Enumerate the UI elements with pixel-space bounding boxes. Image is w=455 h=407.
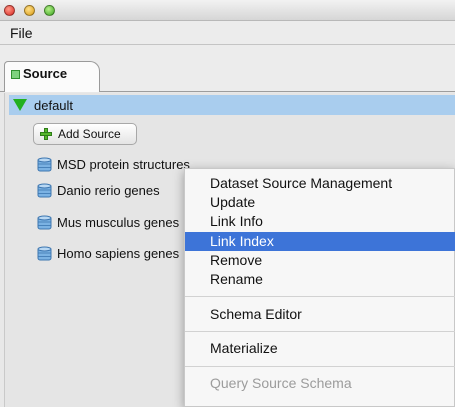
menu-item-link-info[interactable]: Link Info [185, 212, 455, 231]
tab-source[interactable]: Source [4, 61, 100, 92]
menu-item-label: Materialize [210, 340, 278, 356]
menu-item-materialize[interactable]: Materialize [185, 339, 455, 358]
menu-item-query-source-schema: Query Source Schema [185, 374, 455, 393]
add-source-button[interactable]: Add Source [33, 123, 137, 145]
tree-root-default[interactable]: default [9, 95, 455, 115]
menu-item-dataset-source-management[interactable]: Dataset Source Management [185, 174, 455, 193]
menu-item-remove[interactable]: Remove [185, 251, 455, 270]
close-button[interactable] [4, 5, 15, 16]
expand-arrow-icon[interactable] [13, 99, 27, 111]
source-item-label: Mus musculus genes [57, 215, 180, 230]
source-item-label: Homo sapiens genes [57, 246, 180, 261]
window-titlebar [0, 0, 455, 21]
minimize-button[interactable] [24, 5, 35, 16]
menu-item-schema-editor[interactable]: Schema Editor [185, 305, 455, 324]
database-icon [37, 246, 52, 261]
database-icon [37, 157, 52, 172]
menu-item-label: Dataset Source Management [210, 175, 393, 191]
menu-item-label: Remove [210, 252, 263, 268]
source-item-label: MSD protein structures [57, 157, 190, 172]
database-icon [37, 215, 52, 230]
database-icon [37, 183, 52, 198]
menu-item-update[interactable]: Update [185, 193, 455, 212]
zoom-button[interactable] [44, 5, 55, 16]
menu-item-label: Query Source Schema [210, 375, 352, 391]
menu-item-label: Link Info [210, 213, 263, 229]
menubar: File [0, 21, 455, 45]
plus-icon [40, 128, 52, 140]
menu-separator [185, 296, 455, 297]
menu-item-label: Rename [210, 271, 263, 287]
menu-separator [185, 331, 455, 332]
tab-status-icon [11, 70, 20, 79]
menu-item-label: Schema Editor [210, 306, 302, 322]
tree-root-label: default [34, 98, 74, 113]
tab-strip: Source [0, 45, 455, 92]
menu-file[interactable]: File [10, 25, 33, 41]
menu-item-label: Update [210, 194, 256, 210]
tab-source-label: Source [23, 66, 68, 81]
add-source-label: Add Source [58, 127, 121, 141]
menu-item-rename[interactable]: Rename [185, 270, 455, 289]
menu-item-label: Link Index [210, 233, 274, 249]
menu-item-link-index[interactable]: Link Index [185, 232, 455, 251]
context-menu: Dataset Source Management Update Link In… [184, 168, 455, 407]
menu-separator [185, 366, 455, 367]
source-item-label: Danio rerio genes [57, 183, 160, 198]
